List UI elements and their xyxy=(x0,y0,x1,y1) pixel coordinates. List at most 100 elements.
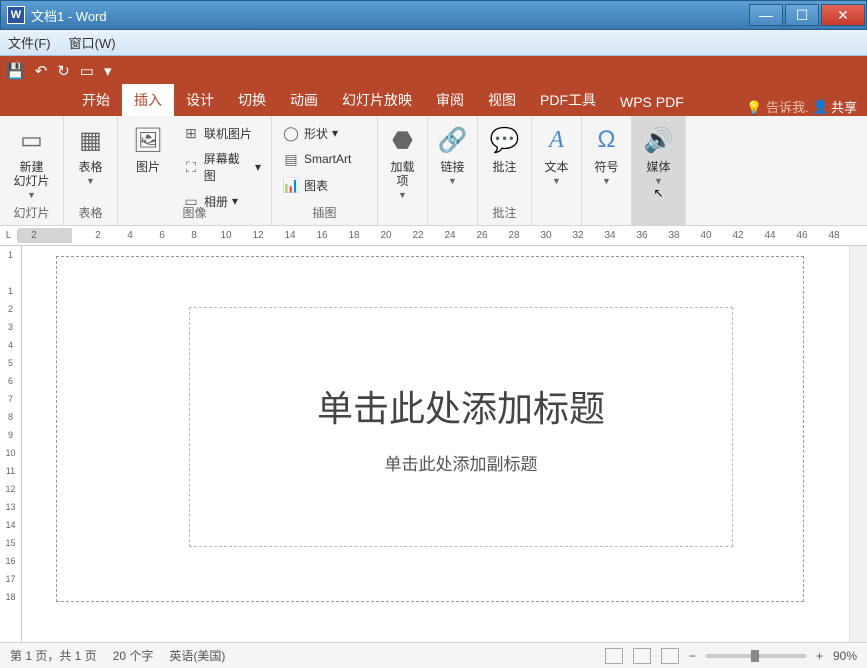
text-button[interactable]: A 文本 ▼ xyxy=(533,120,581,188)
word-count[interactable]: 20 个字 xyxy=(113,647,154,664)
chart-button[interactable]: 📊图表 xyxy=(278,174,371,196)
link-icon: 🔗 xyxy=(435,122,471,158)
ruler-tick: 8 xyxy=(178,230,210,241)
tab-review[interactable]: 审阅 xyxy=(424,84,476,116)
language-status[interactable]: 英语(美国) xyxy=(169,647,225,664)
group-symbol: Ω 符号 ▼ xyxy=(582,116,632,225)
ruler-tick: 14 xyxy=(274,230,306,241)
shapes-button[interactable]: ◯形状▾ xyxy=(278,122,371,144)
ruler-tick: 42 xyxy=(722,230,754,241)
table-icon: ▦ xyxy=(73,122,109,158)
tab-wpspdf[interactable]: WPS PDF xyxy=(608,88,696,116)
ruler-tick: 9 xyxy=(8,430,13,448)
group-links: 🔗 链接 ▼ xyxy=(428,116,478,225)
page-status[interactable]: 第 1 页，共 1 页 xyxy=(10,647,97,664)
maximize-button[interactable]: ☐ xyxy=(785,4,819,26)
comment-button[interactable]: 💬 批注 xyxy=(481,120,529,176)
undo-icon[interactable]: ↶ xyxy=(35,62,48,80)
ruler-tick: 2 xyxy=(82,230,114,241)
content-placeholder[interactable]: 单击此处添加标题 单击此处添加副标题 xyxy=(189,307,733,547)
status-bar: 第 1 页，共 1 页 20 个字 英语(美国) − + 90% xyxy=(0,642,867,668)
ruler-tick: 1 xyxy=(8,286,13,304)
ruler-tick: 12 xyxy=(5,484,15,502)
group-label-slides: 幻灯片 xyxy=(0,204,63,221)
group-images: 🖼 图片 ⊞联机图片 ⛶屏幕截图▾ ▭相册▾ 图像 xyxy=(118,116,272,225)
tab-insert[interactable]: 插入 xyxy=(122,84,174,116)
new-slide-button[interactable]: ▭ 新建 幻灯片 ▼ xyxy=(7,120,55,202)
ruler-tick: 24 xyxy=(434,230,466,241)
close-button[interactable]: ✕ xyxy=(821,4,865,26)
share-button[interactable]: 👤 共享 xyxy=(813,97,857,116)
ruler-tick: 2 xyxy=(18,230,50,241)
group-addins: ⬣ 加载 项 ▼ xyxy=(378,116,428,225)
tab-slideshow[interactable]: 幻灯片放映 xyxy=(330,84,424,116)
tab-pdftools[interactable]: PDF工具 xyxy=(528,84,608,116)
tab-transition[interactable]: 切换 xyxy=(226,84,278,116)
menu-window[interactable]: 窗口(W) xyxy=(69,33,116,52)
media-button[interactable]: 🔊 媒体 ▼ ↖ xyxy=(635,120,683,202)
ruler-tick: 7 xyxy=(8,394,13,412)
ruler-tick: 48 xyxy=(818,230,850,241)
ruler-tick: 17 xyxy=(5,574,15,592)
zoom-slider[interactable] xyxy=(706,654,806,658)
group-table: ▦ 表格 ▼ 表格 xyxy=(64,116,118,225)
slide-bounds[interactable]: 单击此处添加标题 单击此处添加副标题 xyxy=(56,256,804,602)
qat-dropdown-icon[interactable]: ▾ xyxy=(104,62,112,80)
screenshot-button[interactable]: ⛶屏幕截图▾ xyxy=(178,148,265,186)
tab-design[interactable]: 设计 xyxy=(174,84,226,116)
online-pictures-icon: ⊞ xyxy=(182,124,200,142)
zoom-out-button[interactable]: − xyxy=(689,649,696,663)
ruler-tick: 16 xyxy=(5,556,15,574)
group-illustrations: ◯形状▾ ▤SmartArt 📊图表 插图 xyxy=(272,116,378,225)
ruler-tick: 38 xyxy=(658,230,690,241)
view-print-button[interactable] xyxy=(633,648,651,664)
tab-view[interactable]: 视图 xyxy=(476,84,528,116)
redo-icon[interactable]: ↻ xyxy=(57,62,70,80)
ruler-tick: 22 xyxy=(402,230,434,241)
ruler-tick: 46 xyxy=(786,230,818,241)
ruler-vertical[interactable]: 1123456789101112131415161718 xyxy=(0,246,22,642)
view-read-button[interactable] xyxy=(605,648,623,664)
save-icon[interactable]: 💾 xyxy=(6,62,25,80)
tell-me[interactable]: 💡 告诉我. xyxy=(746,97,808,116)
table-button[interactable]: ▦ 表格 ▼ xyxy=(67,120,115,188)
start-from-beginning-icon[interactable]: ▭ xyxy=(80,62,94,80)
group-text: A 文本 ▼ xyxy=(532,116,582,225)
online-pictures-button[interactable]: ⊞联机图片 xyxy=(178,122,265,144)
ruler-tick: 28 xyxy=(498,230,530,241)
addins-button[interactable]: ⬣ 加载 项 ▼ xyxy=(379,120,427,202)
zoom-in-button[interactable]: + xyxy=(816,649,823,663)
title-placeholder[interactable]: 单击此处添加标题 xyxy=(317,380,605,432)
tab-start[interactable]: 开始 xyxy=(70,84,122,116)
group-label-table: 表格 xyxy=(64,204,117,221)
view-web-button[interactable] xyxy=(661,648,679,664)
picture-icon: 🖼 xyxy=(130,122,166,158)
comment-icon: 💬 xyxy=(487,122,523,158)
ruler-tick: 3 xyxy=(8,322,13,340)
ruler-tick: 5 xyxy=(8,358,13,376)
menu-file[interactable]: 文件(F) xyxy=(8,33,51,52)
chevron-down-icon: ▼ xyxy=(27,190,36,200)
cursor-icon: ↖ xyxy=(653,186,663,200)
ruler-tick: 30 xyxy=(530,230,562,241)
shapes-icon: ◯ xyxy=(282,124,300,142)
group-label-images: 图像 xyxy=(118,204,271,221)
links-button[interactable]: 🔗 链接 ▼ xyxy=(429,120,477,188)
ruler-horizontal[interactable]: L 22468101214161820222426283032343638404… xyxy=(0,226,867,246)
scrollbar-vertical[interactable] xyxy=(849,246,867,642)
new-slide-icon: ▭ xyxy=(13,122,49,158)
workspace: 1123456789101112131415161718 单击此处添加标题 单击… xyxy=(0,246,867,642)
ruler-tick: 16 xyxy=(306,230,338,241)
symbol-button[interactable]: Ω 符号 ▼ xyxy=(583,120,631,188)
subtitle-placeholder[interactable]: 单击此处添加副标题 xyxy=(385,450,538,475)
zoom-level[interactable]: 90% xyxy=(833,649,857,663)
editor-canvas[interactable]: 单击此处添加标题 单击此处添加副标题 xyxy=(22,246,849,642)
ruler-tick: 44 xyxy=(754,230,786,241)
tab-animation[interactable]: 动画 xyxy=(278,84,330,116)
smartart-button[interactable]: ▤SmartArt xyxy=(278,148,371,170)
speaker-icon: 🔊 xyxy=(641,122,677,158)
picture-button[interactable]: 🖼 图片 xyxy=(124,120,172,176)
tab-selector[interactable]: L xyxy=(0,230,18,241)
minimize-button[interactable]: — xyxy=(749,4,783,26)
zoom-slider-thumb[interactable] xyxy=(751,650,759,662)
